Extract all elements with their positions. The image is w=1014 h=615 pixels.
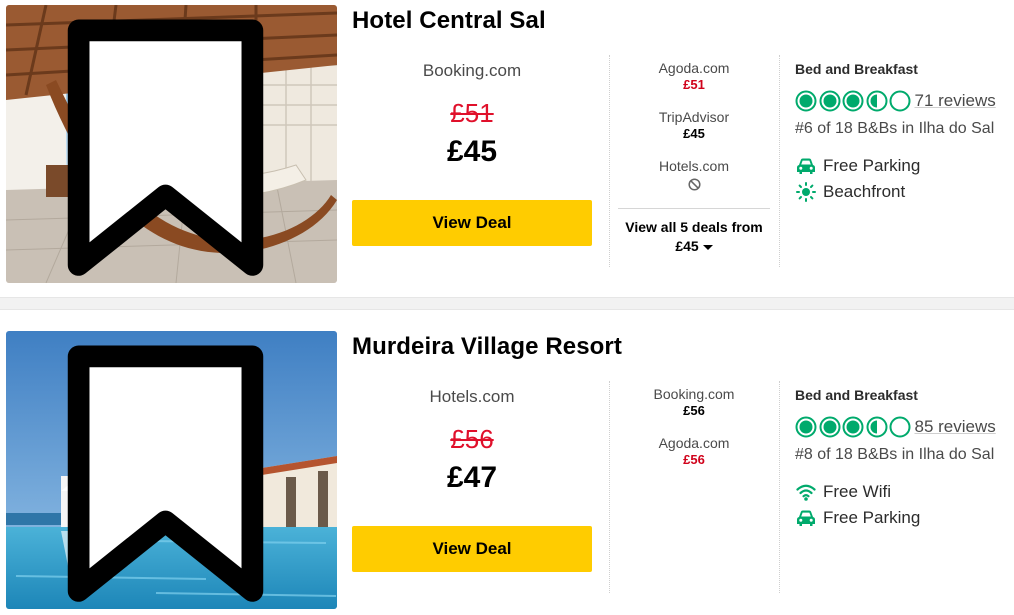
bubble-half-icon xyxy=(866,416,887,438)
bubble-full-icon xyxy=(795,416,817,438)
bubble-empty-icon xyxy=(889,90,911,112)
other-price: £56 xyxy=(683,452,705,467)
bookmark-icon[interactable] xyxy=(6,339,331,609)
hotel-card: Hotel Central Sal Booking.com £51 £45 Vi… xyxy=(0,0,1014,290)
divider xyxy=(779,381,780,593)
amenity-label: Free Parking xyxy=(823,156,921,175)
other-deals: Agoda.com £51 TripAdvisor £45 Hotels.com… xyxy=(614,60,774,254)
other-deals: Booking.com £56 Agoda.com £56 xyxy=(614,386,774,484)
other-provider: Booking.com xyxy=(653,386,735,402)
main-deal: Booking.com £51 £45 View Deal xyxy=(352,60,592,246)
amenity-label: Free Parking xyxy=(823,508,921,527)
bubble-full-icon xyxy=(842,90,864,112)
amenity-item: Free Parking xyxy=(795,505,1010,531)
bubble-full-icon xyxy=(819,416,840,438)
reviews-link[interactable]: 71 reviews xyxy=(915,91,996,111)
caret-down-icon xyxy=(702,244,713,250)
other-deal[interactable]: Agoda.com £51 xyxy=(614,60,774,109)
reviews-link[interactable]: 85 reviews xyxy=(915,417,996,437)
hotel-card: Murdeira Village Resort Hotels.com £56 £… xyxy=(0,326,1014,615)
other-deal[interactable]: TripAdvisor £45 xyxy=(614,109,774,158)
view-deal-button[interactable]: View Deal xyxy=(352,200,592,246)
hotel-info: Bed and Breakfast 71 reviews #6 of 18 B&… xyxy=(795,60,1010,205)
bubble-full-icon xyxy=(819,90,840,112)
view-all-deals-link[interactable]: View all 5 deals from £45 xyxy=(618,208,770,256)
deal-price: £45 xyxy=(446,135,498,168)
other-price: £51 xyxy=(683,77,705,92)
bubble-full-icon xyxy=(795,90,817,112)
car-icon xyxy=(797,510,815,526)
bookmark-icon[interactable] xyxy=(6,13,331,283)
property-type: Bed and Breakfast xyxy=(795,387,918,403)
amenities: Free Parking Beachfront xyxy=(795,153,1010,205)
rating-row: 85 reviews xyxy=(795,415,1010,439)
hotel-name[interactable]: Murdeira Village Resort xyxy=(352,333,622,361)
other-deal[interactable]: Booking.com £56 xyxy=(614,386,774,435)
other-price: £56 xyxy=(683,403,705,418)
main-provider: Booking.com xyxy=(422,61,522,80)
amenity-item: Beachfront xyxy=(795,179,1010,205)
divider xyxy=(779,55,780,267)
wifi-icon xyxy=(796,484,816,501)
sun-icon xyxy=(796,182,816,202)
other-provider: Agoda.com xyxy=(658,435,730,451)
card-separator xyxy=(0,297,1014,310)
hotel-info: Bed and Breakfast 85 reviews #8 of 18 B&… xyxy=(795,386,1010,531)
rating-bubbles xyxy=(795,416,913,438)
ranking-text: #8 of 18 B&Bs in Ilha do Sal xyxy=(795,446,995,463)
bubble-full-icon xyxy=(842,416,864,438)
other-deal: Hotels.com xyxy=(614,158,774,207)
bubble-empty-icon xyxy=(889,416,911,438)
main-deal: Hotels.com £56 £47 View Deal xyxy=(352,386,592,572)
deal-price: £47 xyxy=(446,461,498,494)
hotel-name[interactable]: Hotel Central Sal xyxy=(352,7,546,35)
divider xyxy=(609,381,610,593)
hotel-photo[interactable] xyxy=(6,331,337,609)
amenity-item: Free Parking xyxy=(795,153,1010,179)
amenity-item: Free Wifi xyxy=(795,479,1010,505)
other-provider: Hotels.com xyxy=(658,158,730,174)
view-all-price: £45 xyxy=(675,238,699,254)
rating-row: 71 reviews xyxy=(795,89,1010,113)
unavailable-icon xyxy=(687,178,701,191)
divider xyxy=(609,55,610,267)
car-icon xyxy=(797,158,815,174)
ranking-text: #6 of 18 B&Bs in Ilha do Sal xyxy=(795,120,995,137)
other-provider: TripAdvisor xyxy=(658,109,730,125)
view-deal-button[interactable]: View Deal xyxy=(352,526,592,572)
hotel-photo[interactable] xyxy=(6,5,337,283)
other-price: £45 xyxy=(683,126,705,141)
other-deal[interactable]: Agoda.com £56 xyxy=(614,435,774,484)
bubble-half-icon xyxy=(866,90,887,112)
old-price: £51 xyxy=(450,98,494,128)
view-all-label: View all 5 deals from xyxy=(625,219,763,235)
rating-bubbles xyxy=(795,90,913,112)
amenity-label: Free Wifi xyxy=(823,482,891,501)
other-provider: Agoda.com xyxy=(658,60,730,76)
amenities: Free Wifi Free Parking xyxy=(795,479,1010,531)
amenity-label: Beachfront xyxy=(823,182,906,201)
old-price: £56 xyxy=(450,424,494,454)
property-type: Bed and Breakfast xyxy=(795,61,918,77)
main-provider: Hotels.com xyxy=(429,387,515,406)
